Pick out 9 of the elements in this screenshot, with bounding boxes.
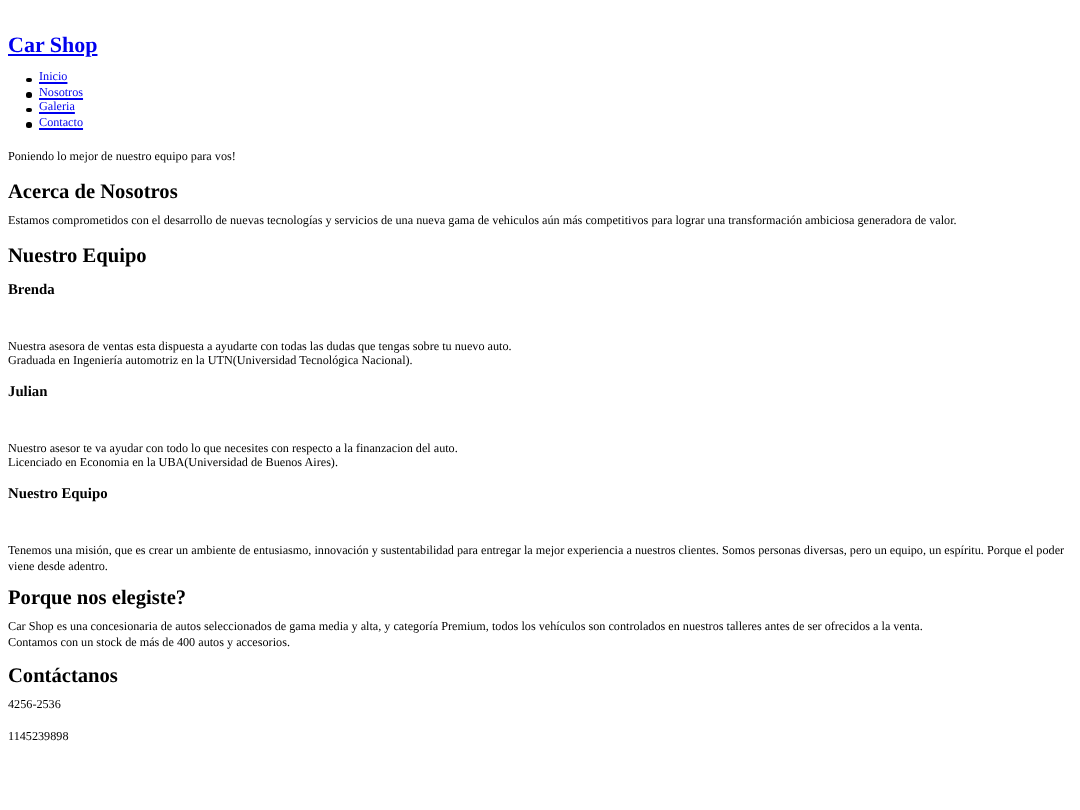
section-heading: Porque nos elegiste? <box>8 586 189 613</box>
site-title-link[interactable]: Car Shop <box>8 34 98 58</box>
section-heading: Contáctanos <box>8 664 120 691</box>
bullet-icon <box>26 92 31 98</box>
bullet-icon <box>26 77 31 83</box>
bullet-icon <box>26 107 31 113</box>
section-heading: Acerca de Nosotros <box>8 179 180 206</box>
section-heading: Nuestro Equipo <box>8 243 149 270</box>
bullet-icon <box>26 122 31 128</box>
